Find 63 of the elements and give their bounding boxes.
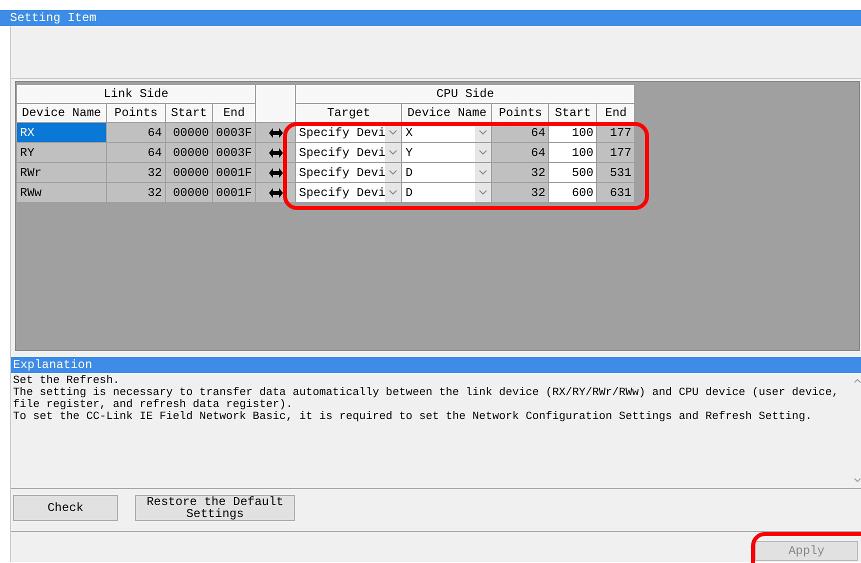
start-input[interactable]: 600 bbox=[548, 182, 597, 202]
device-name-cell[interactable]: RWw bbox=[16, 182, 106, 202]
scroll-up-icon[interactable] bbox=[854, 379, 861, 383]
double-arrow-icon bbox=[268, 126, 283, 138]
column-group-header: Link Side bbox=[16, 84, 256, 104]
chevron-down-icon bbox=[389, 130, 398, 135]
table-cell: 00000 bbox=[166, 162, 212, 182]
panel-title: Setting Item bbox=[0, 10, 861, 26]
table-cell: 32 bbox=[492, 182, 549, 202]
column-header: End bbox=[596, 104, 635, 122]
table-cell: 64 bbox=[492, 142, 549, 162]
column-header: Device Name bbox=[402, 104, 492, 122]
device-dropdown[interactable]: D bbox=[402, 163, 492, 182]
table-cell: 00000 bbox=[166, 142, 212, 162]
table-cell: 00000 bbox=[166, 122, 212, 142]
chevron-down-icon bbox=[479, 150, 488, 155]
start-input[interactable]: 100 bbox=[548, 142, 597, 162]
chevron-down-icon bbox=[479, 130, 488, 135]
column-group-header: CPU Side bbox=[296, 84, 635, 104]
device-dropdown[interactable]: Y bbox=[402, 143, 492, 162]
check-button[interactable]: Check bbox=[13, 495, 118, 521]
column-header: Device Name bbox=[16, 104, 106, 122]
explanation-text: The setting is necessary to transfer data automatically between the link device (RX/RY/RWr/RWw) and CPU device (user device, file register, and refresh data register). bbox=[13, 387, 840, 411]
table-cell: 64 bbox=[106, 142, 166, 162]
table-cell: 64 bbox=[106, 122, 166, 142]
table-cell: 0003F bbox=[212, 122, 256, 142]
explanation-text: Set the Refresh. bbox=[13, 375, 121, 387]
device-name-cell[interactable]: RWr bbox=[16, 162, 106, 182]
column-header: Start bbox=[166, 104, 212, 122]
target-dropdown[interactable]: Specify Devi bbox=[296, 163, 402, 182]
column-header: Start bbox=[548, 104, 597, 122]
scroll-down-icon[interactable] bbox=[854, 478, 861, 482]
chevron-down-icon bbox=[389, 190, 398, 195]
chevron-down-icon bbox=[389, 150, 398, 155]
column-header: End bbox=[212, 104, 256, 122]
table-cell: 0001F bbox=[212, 182, 256, 202]
table-cell: 32 bbox=[106, 162, 166, 182]
column-header: Target bbox=[296, 104, 402, 122]
restore-defaults-button[interactable]: Restore the Default Settings bbox=[135, 495, 295, 521]
table-cell: 177 bbox=[596, 142, 635, 162]
device-dropdown[interactable]: D bbox=[402, 183, 492, 202]
table-cell: 32 bbox=[492, 162, 549, 182]
column-header: Points bbox=[106, 104, 166, 122]
table-cell: 0003F bbox=[212, 142, 256, 162]
target-dropdown[interactable]: Specify Devi bbox=[296, 183, 402, 202]
double-arrow-icon bbox=[268, 186, 283, 198]
table-cell: 531 bbox=[596, 162, 635, 182]
start-input[interactable]: 500 bbox=[548, 162, 597, 182]
device-name-cell[interactable]: RY bbox=[16, 142, 106, 162]
chevron-down-icon bbox=[479, 190, 488, 195]
section-title: Explanation bbox=[11, 357, 861, 373]
table-cell: 32 bbox=[106, 182, 166, 202]
chevron-down-icon bbox=[479, 170, 488, 175]
column-header: Points bbox=[492, 104, 549, 122]
table-cell: 631 bbox=[596, 182, 635, 202]
table-cell: 0001F bbox=[212, 162, 256, 182]
table-cell: 00000 bbox=[166, 182, 212, 202]
double-arrow-icon bbox=[268, 166, 283, 178]
double-arrow-icon bbox=[268, 146, 283, 158]
target-dropdown[interactable]: Specify Devi bbox=[296, 143, 402, 162]
chevron-down-icon bbox=[389, 170, 398, 175]
explanation-text: To set the CC-Link IE Field Network Basic, it is required to set the Network Configuration Settings and Refresh Setting. bbox=[13, 411, 813, 423]
device-name-cell[interactable]: RX bbox=[16, 122, 106, 142]
